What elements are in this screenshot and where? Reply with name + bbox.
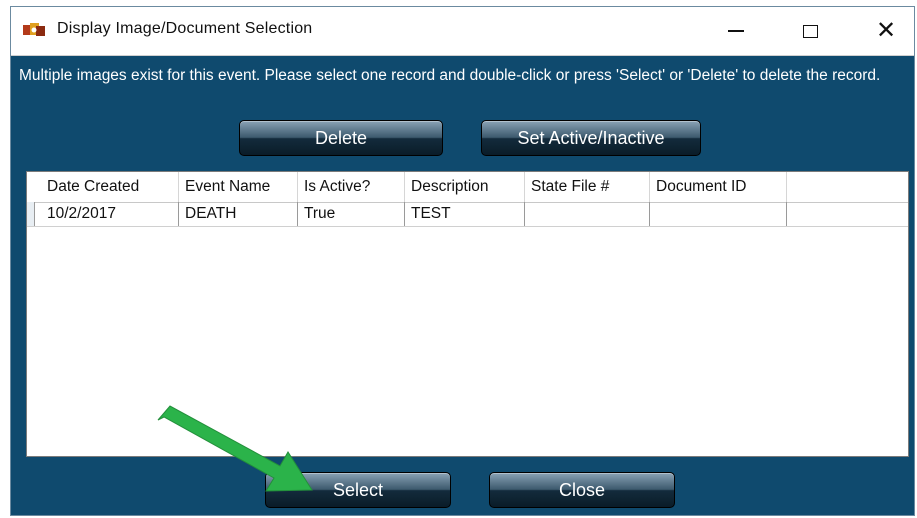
close-button[interactable]: Close	[489, 472, 675, 508]
column-header-filler	[787, 172, 908, 202]
column-header-document-id[interactable]: Document ID	[650, 172, 787, 202]
cell-date-created[interactable]: 10/2/2017	[41, 202, 179, 226]
set-active-inactive-button[interactable]: Set Active/Inactive	[481, 120, 701, 156]
column-header-event-name[interactable]: Event Name	[179, 172, 298, 202]
close-window-button[interactable]: ✕	[863, 13, 909, 49]
instructions-text: Multiple images exist for this event. Pl…	[19, 67, 881, 84]
table-row[interactable]: 10/2/2017 DEATH True TEST	[27, 202, 908, 227]
grid-header: Date Created Event Name Is Active? Descr…	[27, 172, 908, 203]
minimize-button[interactable]	[713, 13, 759, 49]
column-header-date-created[interactable]: Date Created	[41, 172, 179, 202]
maximize-button[interactable]	[787, 13, 833, 49]
cell-document-id[interactable]	[650, 202, 787, 226]
cell-event-name[interactable]: DEATH	[179, 202, 298, 226]
title-bar[interactable]: Display Image/Document Selection ✕	[11, 7, 914, 56]
dialog-window: Display Image/Document Selection ✕ Multi…	[10, 6, 915, 516]
window-title: Display Image/Document Selection	[57, 20, 313, 37]
column-header-description[interactable]: Description	[405, 172, 525, 202]
delete-button[interactable]: Delete	[239, 120, 443, 156]
cell-state-file[interactable]	[525, 202, 650, 226]
select-button[interactable]: Select	[265, 472, 451, 508]
minimize-icon	[728, 30, 744, 32]
cell-is-active[interactable]: True	[298, 202, 405, 226]
close-icon: ✕	[875, 17, 897, 44]
column-header-state-file[interactable]: State File #	[525, 172, 650, 202]
cell-description[interactable]: TEST	[405, 202, 525, 226]
maximize-icon	[802, 24, 818, 38]
app-icon	[23, 23, 45, 36]
cell-filler	[787, 202, 908, 226]
column-header-is-active[interactable]: Is Active?	[298, 172, 405, 202]
records-grid[interactable]: Date Created Event Name Is Active? Descr…	[26, 171, 909, 457]
